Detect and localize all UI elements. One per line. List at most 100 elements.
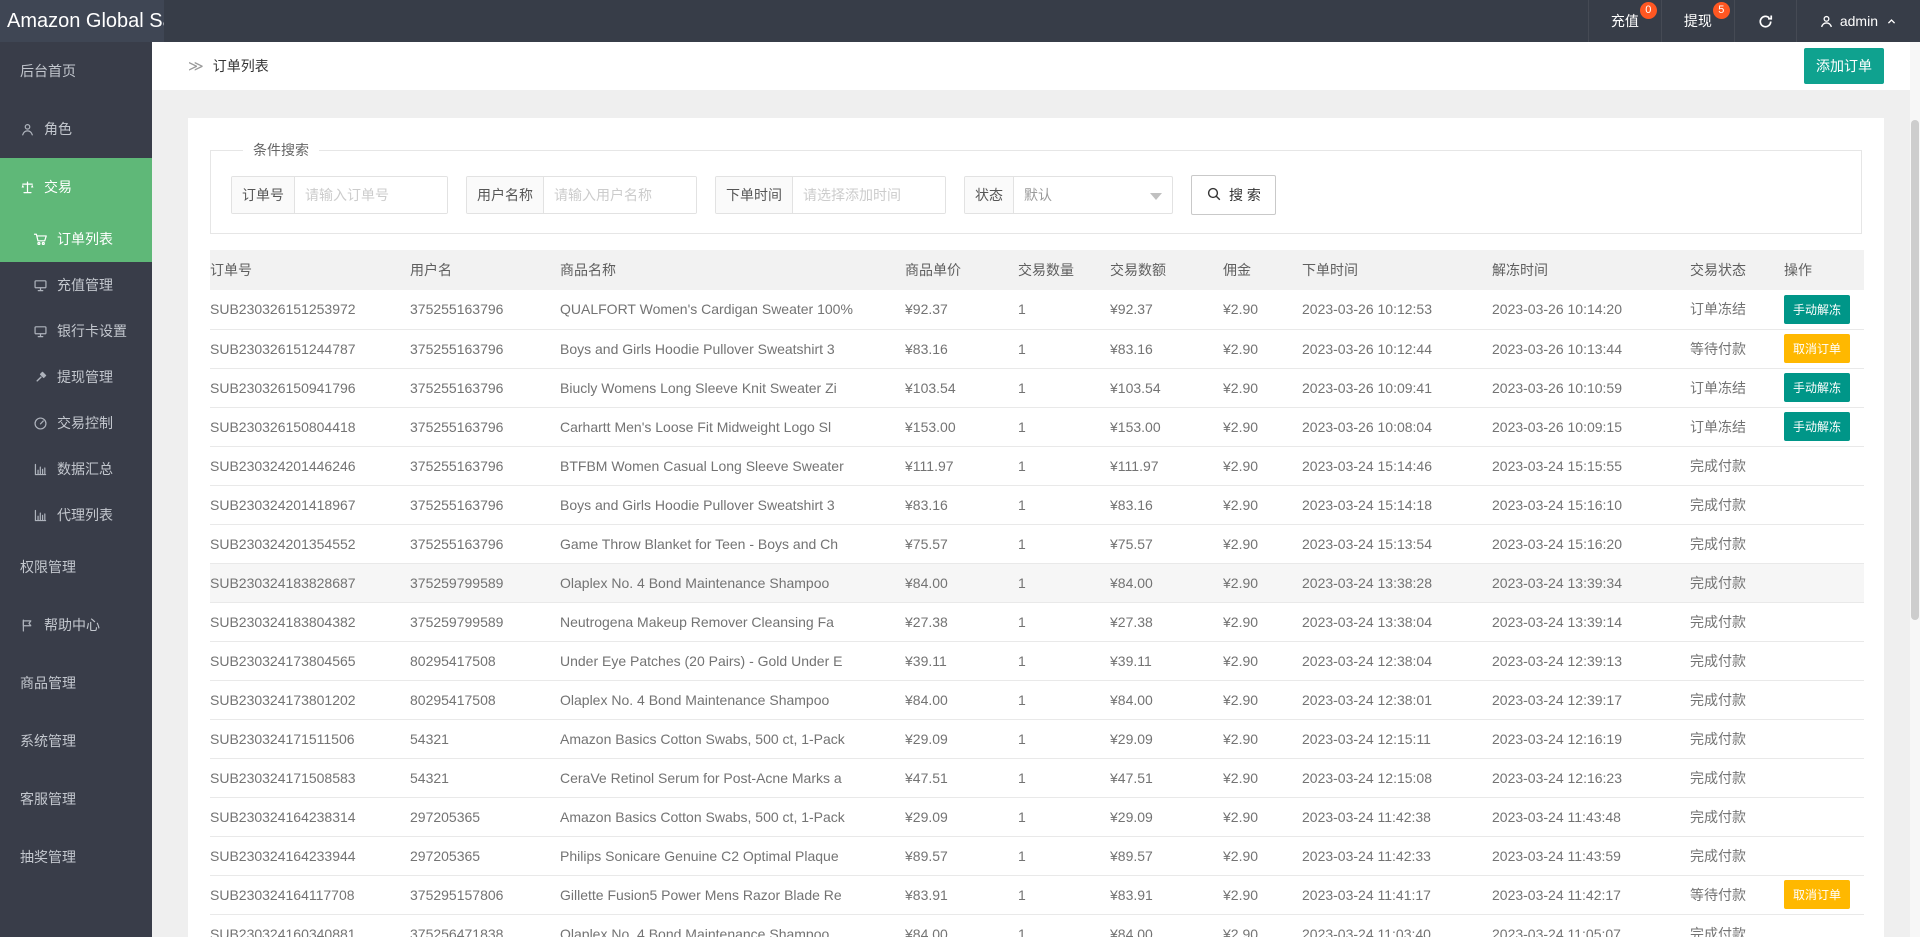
unfreeze-button[interactable]: 手动解冻 [1784,294,1851,324]
cell-product: Olaplex No. 4 Bond Maintenance Shampoo [560,563,905,603]
scrollbar-thumb[interactable] [1911,120,1919,620]
user-menu[interactable]: admin [1795,0,1920,42]
cancel-order-button[interactable]: 取消订单 [1784,334,1851,363]
cell-order-time: 2023-03-24 11:41:17 [1302,875,1492,915]
sidebar-item-support-manage[interactable]: 客服管理 [0,770,152,828]
cell-price: ¥29.09 [905,719,1018,759]
cell-product: Amazon Basics Cotton Swabs, 500 ct, 1-Pa… [560,719,905,759]
order-row: SUB230326150804418 375255163796 Carhartt M… [210,407,1864,447]
cell-commission: ¥2.90 [1223,329,1302,369]
unfreeze-button[interactable]: 手动解冻 [1784,412,1851,441]
cell-product: Game Throw Blanket for Teen - Boys and C… [560,524,905,564]
sidebar-item-roles[interactable]: 角色 [0,100,152,158]
scrollbar-track[interactable] [1910,42,1920,937]
cell-unfreeze-time: 2023-03-24 12:39:13 [1492,641,1690,681]
cell-qty: 1 [1018,563,1110,603]
sidebar-item-bank-card-settings[interactable]: 银行卡设置 [0,308,152,354]
sidebar-item-recharge-manage[interactable]: 充值管理 [0,262,152,308]
cell-qty: 1 [1018,290,1110,330]
cell-order-time: 2023-03-24 15:13:54 [1302,524,1492,564]
unfreeze-button[interactable]: 手动解冻 [1784,373,1851,402]
cell-product: Amazon Basics Cotton Swabs, 500 ct, 1-Pa… [560,797,905,837]
recharge-nav[interactable]: 充值 0 [1587,0,1661,42]
monitor-icon [33,324,48,339]
sidebar-item-data-summary[interactable]: 数据汇总 [0,446,152,492]
cell-order-no: SUB230324164117708 [210,875,410,915]
order-time-input[interactable] [793,177,945,213]
sidebar-item-system-manage[interactable]: 系统管理 [0,712,152,770]
withdraw-badge: 5 [1712,2,1730,19]
sidebar-item-label: 银行卡设置 [57,323,127,339]
cell-status: 完成付款 [1690,680,1784,720]
add-order-button[interactable]: 添加订单 [1804,48,1884,84]
recharge-badge: 0 [1639,2,1657,19]
top-header: Amazon Global Sales... 充值 0 提现 5 admin [0,0,1920,42]
cell-user: 375255163796 [410,407,560,447]
cell-product: BTFBM Women Casual Long Sleeve Sweater [560,446,905,486]
cell-qty: 1 [1018,719,1110,759]
sidebar-item-lottery-manage[interactable]: 抽奖管理 [0,828,152,886]
sidebar-item-label: 抽奖管理 [20,849,76,865]
cell-unfreeze-time: 2023-03-24 12:39:17 [1492,680,1690,720]
cell-order-time: 2023-03-24 12:15:11 [1302,719,1492,759]
sidebar-item-dashboard[interactable]: 后台首页 [0,42,152,100]
sidebar-item-agent-list[interactable]: 代理列表 [0,492,152,538]
cell-action [1784,563,1864,603]
cell-user: 80295417508 [410,641,560,681]
cell-unfreeze-time: 2023-03-26 10:09:15 [1492,407,1690,447]
sidebar-item-help-center[interactable]: 帮助中心 [0,596,152,654]
recharge-label: 充值 [1610,13,1639,29]
search-button[interactable]: 搜 索 [1191,175,1276,215]
cell-action [1784,914,1864,937]
cell-order-time: 2023-03-24 15:14:46 [1302,446,1492,486]
cell-order-time: 2023-03-24 15:14:18 [1302,485,1492,525]
status-select[interactable]: 默认 [1014,177,1172,213]
cell-unfreeze-time: 2023-03-24 12:16:19 [1492,719,1690,759]
cell-price: ¥153.00 [905,407,1018,447]
sidebar-item-label: 帮助中心 [44,617,100,633]
cell-amount: ¥84.00 [1110,563,1223,603]
order-no-input[interactable] [295,177,447,213]
cell-user: 375295157806 [410,875,560,915]
cell-unfreeze-time: 2023-03-24 15:16:20 [1492,524,1690,564]
order-row: SUB230324164233944 297205365 Philips Sonic… [210,836,1864,876]
status-selected-value: 默认 [1024,187,1052,203]
withdraw-nav[interactable]: 提现 5 [1660,0,1734,42]
order-row: SUB230324171511506 54321 Amazon Basics Cot… [210,719,1864,759]
cell-amount: ¥84.00 [1110,914,1223,937]
column-header: 交易状态 [1690,250,1784,290]
cell-price: ¥83.91 [905,875,1018,915]
cell-status: 完成付款 [1690,641,1784,681]
sidebar-item-trade[interactable]: 交易 [0,158,152,216]
cancel-order-button[interactable]: 取消订单 [1784,880,1851,909]
sidebar-item-product-manage[interactable]: 商品管理 [0,654,152,712]
column-header: 商品单价 [905,250,1018,290]
username-input[interactable] [544,177,696,213]
chevron-up-icon [1885,15,1898,28]
sidebar-item-order-list[interactable]: 订单列表 [0,216,152,262]
cell-order-no: SUB230324160340881 [210,914,410,937]
cell-price: ¥84.00 [905,914,1018,937]
refresh-button[interactable] [1733,0,1796,42]
cell-commission: ¥2.90 [1223,368,1302,408]
cell-price: ¥39.11 [905,641,1018,681]
cell-product: Boys and Girls Hoodie Pullover Sweatshir… [560,329,905,369]
order-row: SUB230324173804565 80295417508 Under Eye P… [210,641,1864,681]
sidebar-item-trade-control[interactable]: 交易控制 [0,400,152,446]
sidebar-item-withdraw-manage[interactable]: 提现管理 [0,354,152,400]
sidebar: 后台首页 角色 交易 订单列表 充值管理银行卡设置提现管理 交易控制 数据汇总 代理列表权限管… [0,42,152,937]
cell-amount: ¥75.57 [1110,524,1223,564]
sidebar-item-label: 权限管理 [20,559,76,575]
cell-status: 完成付款 [1690,836,1784,876]
order-row: SUB230324160340881 375256471838 Olaplex No… [210,914,1864,937]
sidebar-item-permission-manage[interactable]: 权限管理 [0,538,152,596]
cell-user: 375255163796 [410,524,560,564]
cell-user: 375259799589 [410,602,560,642]
withdraw-label: 提现 [1683,13,1712,29]
cell-qty: 1 [1018,758,1110,798]
caret-down-icon [1150,193,1162,200]
cell-qty: 1 [1018,329,1110,369]
cell-user: 54321 [410,719,560,759]
cell-commission: ¥2.90 [1223,758,1302,798]
cell-qty: 1 [1018,446,1110,486]
